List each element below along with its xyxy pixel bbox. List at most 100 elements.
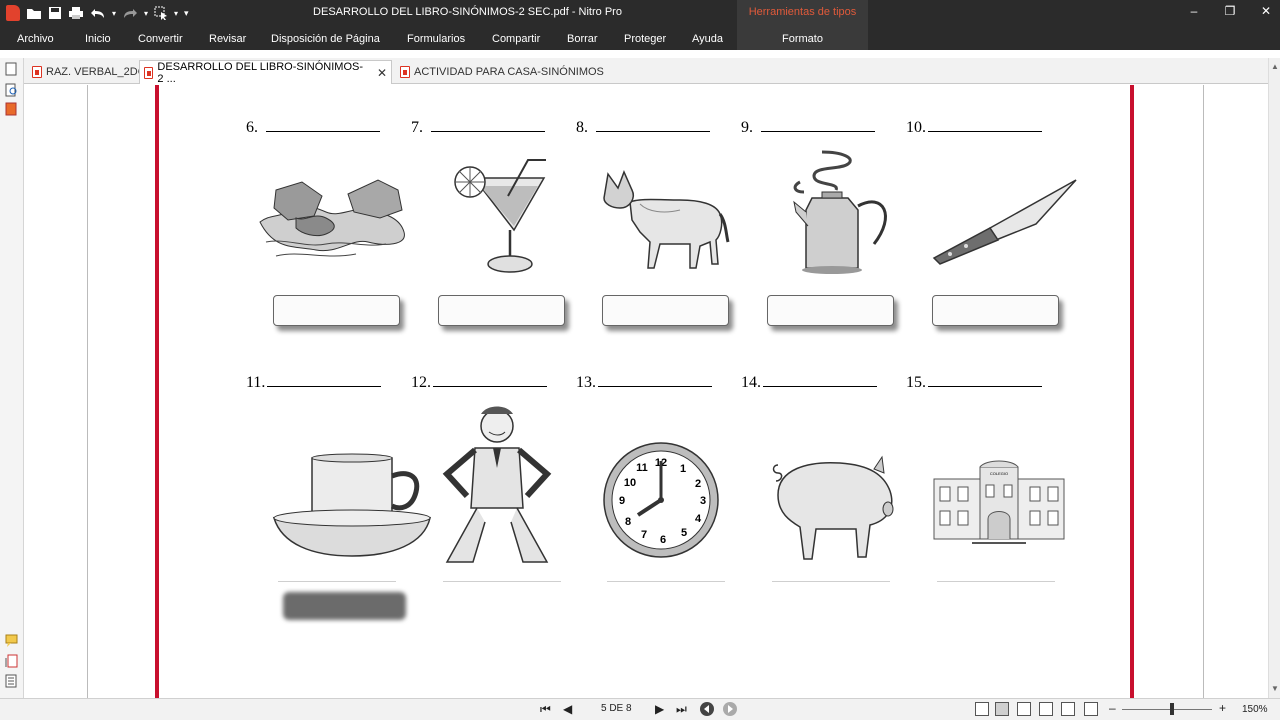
close-button[interactable]: ✕ (1248, 4, 1280, 18)
close-tab-icon[interactable]: ✕ (377, 66, 387, 80)
donkey-picture (603, 170, 730, 269)
page-border-left (155, 85, 159, 698)
clock-picture: 12 1 2 3 4 5 6 7 8 9 10 11 (603, 442, 719, 558)
school-sign: COLEGIO (990, 471, 1008, 476)
exercise-13: 13. (576, 374, 712, 392)
tab-label: ACTIVIDAD PARA CASA-SINÓNIMOS (414, 66, 604, 78)
pdf-file-icon (144, 66, 154, 79)
answer-box-9[interactable] (767, 295, 894, 326)
ribbon-menu: Archivo Inicio Convertir Revisar Disposi… (0, 30, 1280, 50)
exercise-15: 15. (906, 374, 1042, 392)
answer-line-14 (772, 581, 890, 582)
signatures-panel-icon[interactable] (5, 654, 18, 668)
previous-view-icon[interactable] (699, 701, 715, 717)
clock-digit-10: 10 (624, 477, 636, 489)
exercise-12: 12. (411, 374, 547, 392)
answer-shape-11 (283, 592, 406, 620)
last-page-icon[interactable]: ⏭ (676, 702, 687, 717)
clock-digit-9: 9 (619, 495, 625, 507)
cup-picture (272, 453, 432, 557)
context-group-label: Herramientas de tipos (748, 6, 857, 18)
clock-digit-6: 6 (660, 534, 666, 546)
answer-line-11 (278, 581, 396, 582)
menu-compartir[interactable]: Compartir (492, 33, 540, 45)
scroll-up-icon[interactable]: ▲ (1271, 62, 1279, 71)
knife-picture (932, 179, 1077, 265)
school-building-picture: COLEGIO (933, 460, 1065, 544)
clock-digit-2: 2 (695, 478, 701, 490)
exercise-11: 11. (246, 374, 382, 392)
exercise-14: 14. (741, 374, 877, 392)
tab-label: DESARROLLO DEL LIBRO-SINÓNIMOS-2 ... (157, 60, 364, 85)
menu-formularios[interactable]: Formularios (407, 33, 465, 45)
tab-actividad-casa[interactable]: ACTIVIDAD PARA CASA-SINÓNIMOS (396, 60, 608, 84)
attachments-panel-icon[interactable] (5, 102, 18, 116)
clock-digit-3: 3 (700, 495, 706, 507)
comments-panel-icon[interactable] (5, 634, 18, 648)
menu-convertir[interactable]: Convertir (138, 33, 183, 45)
tab-desarrollo-libro[interactable]: DESARROLLO DEL LIBRO-SINÓNIMOS-2 ... ✕ (139, 60, 392, 85)
zoom-slider[interactable] (1122, 709, 1212, 710)
pig-picture (772, 455, 894, 560)
answer-line-15 (937, 581, 1055, 582)
vertical-scrollbar[interactable]: ▲ ▼ (1268, 58, 1280, 698)
document-tabs: RAZ. VERBAL_2DO DESARROLLO DEL LIBRO-SIN… (0, 58, 1280, 85)
continuous-view-icon[interactable] (995, 702, 1009, 716)
next-page-icon[interactable]: ▶ (655, 702, 664, 716)
menu-borrar[interactable]: Borrar (567, 33, 598, 45)
minimize-button[interactable]: – (1176, 4, 1212, 18)
cocktail-glass-picture (454, 159, 546, 273)
clock-digit-5: 5 (681, 527, 687, 539)
menu-inicio[interactable]: Inicio (85, 33, 111, 45)
page-indicator[interactable]: 5 DE 8 (601, 703, 632, 714)
menu-disposicion[interactable]: Disposición de Página (271, 33, 380, 45)
exercise-6: 6. (246, 119, 380, 137)
tab-raz-verbal[interactable]: RAZ. VERBAL_2DO (28, 60, 150, 84)
pdf-file-icon (32, 66, 42, 78)
search-panel-icon[interactable] (5, 83, 18, 97)
next-view-icon[interactable] (722, 701, 738, 717)
steaming-kettle-picture (793, 150, 887, 274)
clock-digit-7: 7 (641, 529, 647, 541)
facing-continuous-view-icon[interactable] (1039, 702, 1053, 716)
fit-page-icon[interactable] (1061, 702, 1075, 716)
exercise-8: 8. (576, 119, 710, 137)
menu-archivo[interactable]: Archivo (17, 33, 54, 45)
answer-line-13 (607, 581, 725, 582)
status-bar: ⏮ ◀ 5 DE 8 ▶ ⏭ – + 150% (0, 698, 1280, 720)
answer-box-7[interactable] (438, 295, 565, 326)
answer-box-6[interactable] (273, 295, 400, 326)
clock-digit-1: 1 (680, 463, 686, 475)
exercise-9: 9. (741, 119, 875, 137)
restore-button[interactable]: ❐ (1212, 4, 1248, 18)
scroll-down-icon[interactable]: ▼ (1271, 684, 1279, 693)
facing-view-icon[interactable] (1017, 702, 1031, 716)
exercise-7: 7. (411, 119, 545, 137)
single-page-view-icon[interactable] (975, 702, 989, 716)
clock-digit-8: 8 (625, 516, 631, 528)
zoom-slider-thumb[interactable] (1170, 703, 1174, 715)
clock-digit-4: 4 (695, 513, 702, 525)
pages-panel-icon[interactable] (5, 62, 18, 76)
menu-revisar[interactable]: Revisar (209, 33, 246, 45)
zoom-out-button[interactable]: – (1109, 701, 1116, 715)
exercise-10: 10. (906, 119, 1042, 137)
left-sidebar (0, 58, 24, 698)
menu-formato[interactable]: Formato (782, 33, 823, 45)
cartoon-man-picture (442, 406, 552, 563)
page-border-right (1130, 85, 1134, 698)
menu-ayuda[interactable]: Ayuda (692, 33, 723, 45)
menu-proteger[interactable]: Proteger (624, 33, 666, 45)
pdf-file-icon (400, 66, 410, 78)
answer-box-8[interactable] (602, 295, 729, 326)
clock-digit-11: 11 (636, 462, 648, 474)
zoom-level[interactable]: 150% (1242, 704, 1268, 715)
previous-page-icon[interactable]: ◀ (563, 702, 572, 716)
title-bar: ▾ ▾ ▾ ▾ DESARROLLO DEL LIBRO-SINÓNIMOS-2… (0, 0, 1280, 50)
zoom-in-button[interactable]: + (1219, 701, 1226, 715)
tab-label: RAZ. VERBAL_2DO (46, 66, 147, 78)
fit-width-icon[interactable] (1084, 702, 1098, 716)
first-page-icon[interactable]: ⏮ (540, 702, 551, 717)
answer-box-10[interactable] (932, 295, 1059, 326)
bookmarks-panel-icon[interactable] (5, 674, 18, 688)
